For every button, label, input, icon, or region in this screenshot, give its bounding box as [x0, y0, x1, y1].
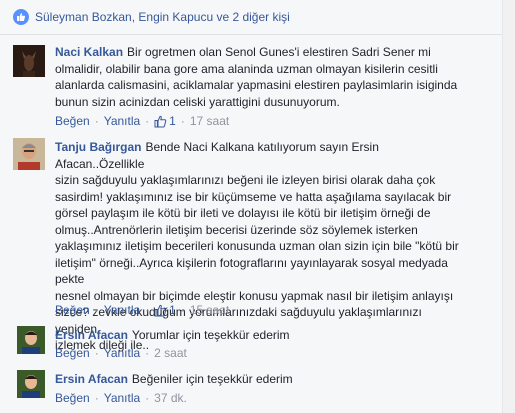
like-button[interactable]: Beğen: [55, 114, 90, 128]
comment-author[interactable]: Ersin Afacan: [55, 328, 128, 342]
avatar[interactable]: [13, 138, 45, 170]
comment-line: bunun sizin acinizdan celiski yarattigin…: [55, 94, 340, 109]
comment-actions: Beğen · Yanıtla · 1 · 17 saat: [55, 114, 229, 128]
comment-text: Tanju Bağırgan Bende Naci Kalkana katılıy…: [55, 139, 465, 354]
comment-actions: Beğen · Yanıtla · 1 · 15 saat: [55, 303, 229, 317]
separator-dot: ·: [145, 303, 150, 317]
avatar[interactable]: [17, 326, 45, 354]
comment-line: iletişim" örneği..Ayrıca kişilerin fotog…: [55, 255, 448, 287]
avatar[interactable]: [17, 370, 45, 398]
like-button[interactable]: Beğen: [55, 303, 90, 317]
separator-dot: ·: [145, 391, 150, 405]
like-thumb-icon: [154, 115, 167, 127]
comment-line: görsel paylaşım ile kötü bir ileti ve do…: [55, 206, 431, 220]
separator-dot: ·: [94, 303, 99, 317]
like-thumb-icon: [13, 9, 29, 25]
comment-timestamp[interactable]: 37 dk.: [154, 391, 187, 405]
like-button[interactable]: Beğen: [55, 391, 90, 405]
comment-actions: Beğen · Yanıtla · 37 dk.: [55, 391, 187, 405]
separator-dot: ·: [94, 346, 99, 360]
comment-author[interactable]: Tanju Bağırgan: [55, 140, 141, 154]
comment-text: Ersin Afacan Yorumlar için teşekkür ederi…: [55, 327, 465, 344]
comment-like-count[interactable]: 1: [154, 303, 176, 317]
comment-line: Beğeniler için teşekkür ederim: [131, 372, 293, 386]
comment-actions: Beğen · Yanıtla · 2 saat: [55, 346, 187, 360]
reply-button[interactable]: Yanıtla: [104, 391, 140, 405]
reply-button[interactable]: Yanıtla: [104, 303, 140, 317]
comment-like-count[interactable]: 1: [154, 114, 176, 128]
comment-line: sizin sağduyulu yaklaşımlarınızı beğeni …: [55, 173, 436, 187]
comment-line: olmuş..Antrenörlerin iletişim becerisi ü…: [55, 222, 418, 237]
separator-dot: ·: [94, 391, 99, 405]
separator-dot: ·: [180, 114, 185, 128]
reply-button[interactable]: Yanıtla: [104, 346, 140, 360]
comment-timestamp[interactable]: 15 saat: [190, 303, 229, 317]
scrollbar[interactable]: [502, 0, 515, 413]
avatar[interactable]: [13, 45, 45, 77]
comment-timestamp[interactable]: 17 saat: [190, 114, 229, 128]
reply-button[interactable]: Yanıtla: [104, 114, 140, 128]
comment-line: alanlarda calismasini, aciklamalar yapma…: [55, 78, 458, 92]
comment-line: sasirdim! yaklaşımınız ise bir küçümseme…: [55, 189, 452, 204]
comment-line: nesnel olmayan bir biçimde eleştir konus…: [55, 288, 454, 303]
comment-timestamp[interactable]: 2 saat: [154, 346, 187, 360]
comment-author[interactable]: Ersin Afacan: [55, 372, 128, 386]
separator-dot: ·: [145, 114, 150, 128]
comment-text: Naci Kalkan Bir ogretmen olan Senol Gunes…: [55, 44, 465, 110]
like-button[interactable]: Beğen: [55, 346, 90, 360]
comment-line: yaklaşımınız iletişim becerileri konusun…: [55, 239, 459, 253]
comment-text: Ersin Afacan Beğeniler için teşekkür eder…: [55, 371, 465, 388]
separator-dot: ·: [94, 114, 99, 128]
like-thumb-icon: [154, 304, 167, 316]
like-count-value: 1: [169, 114, 176, 128]
likes-summary-bar: Süleyman Bozkan, Engin Kapucu ve 2 diğer…: [0, 0, 503, 35]
separator-dot: ·: [145, 346, 150, 360]
comment-line: Yorumlar için teşekkür ederim: [131, 328, 290, 342]
likes-summary-text[interactable]: Süleyman Bozkan, Engin Kapucu ve 2 diğer…: [35, 10, 290, 24]
like-count-value: 1: [169, 303, 176, 317]
comment-line: olmalidir, olabilir bana gore ama alanin…: [55, 61, 438, 76]
comment-author[interactable]: Naci Kalkan: [55, 45, 123, 59]
separator-dot: ·: [180, 303, 185, 317]
comment-line: Bir ogretmen olan Senol Gunes'i elestire…: [127, 45, 431, 59]
